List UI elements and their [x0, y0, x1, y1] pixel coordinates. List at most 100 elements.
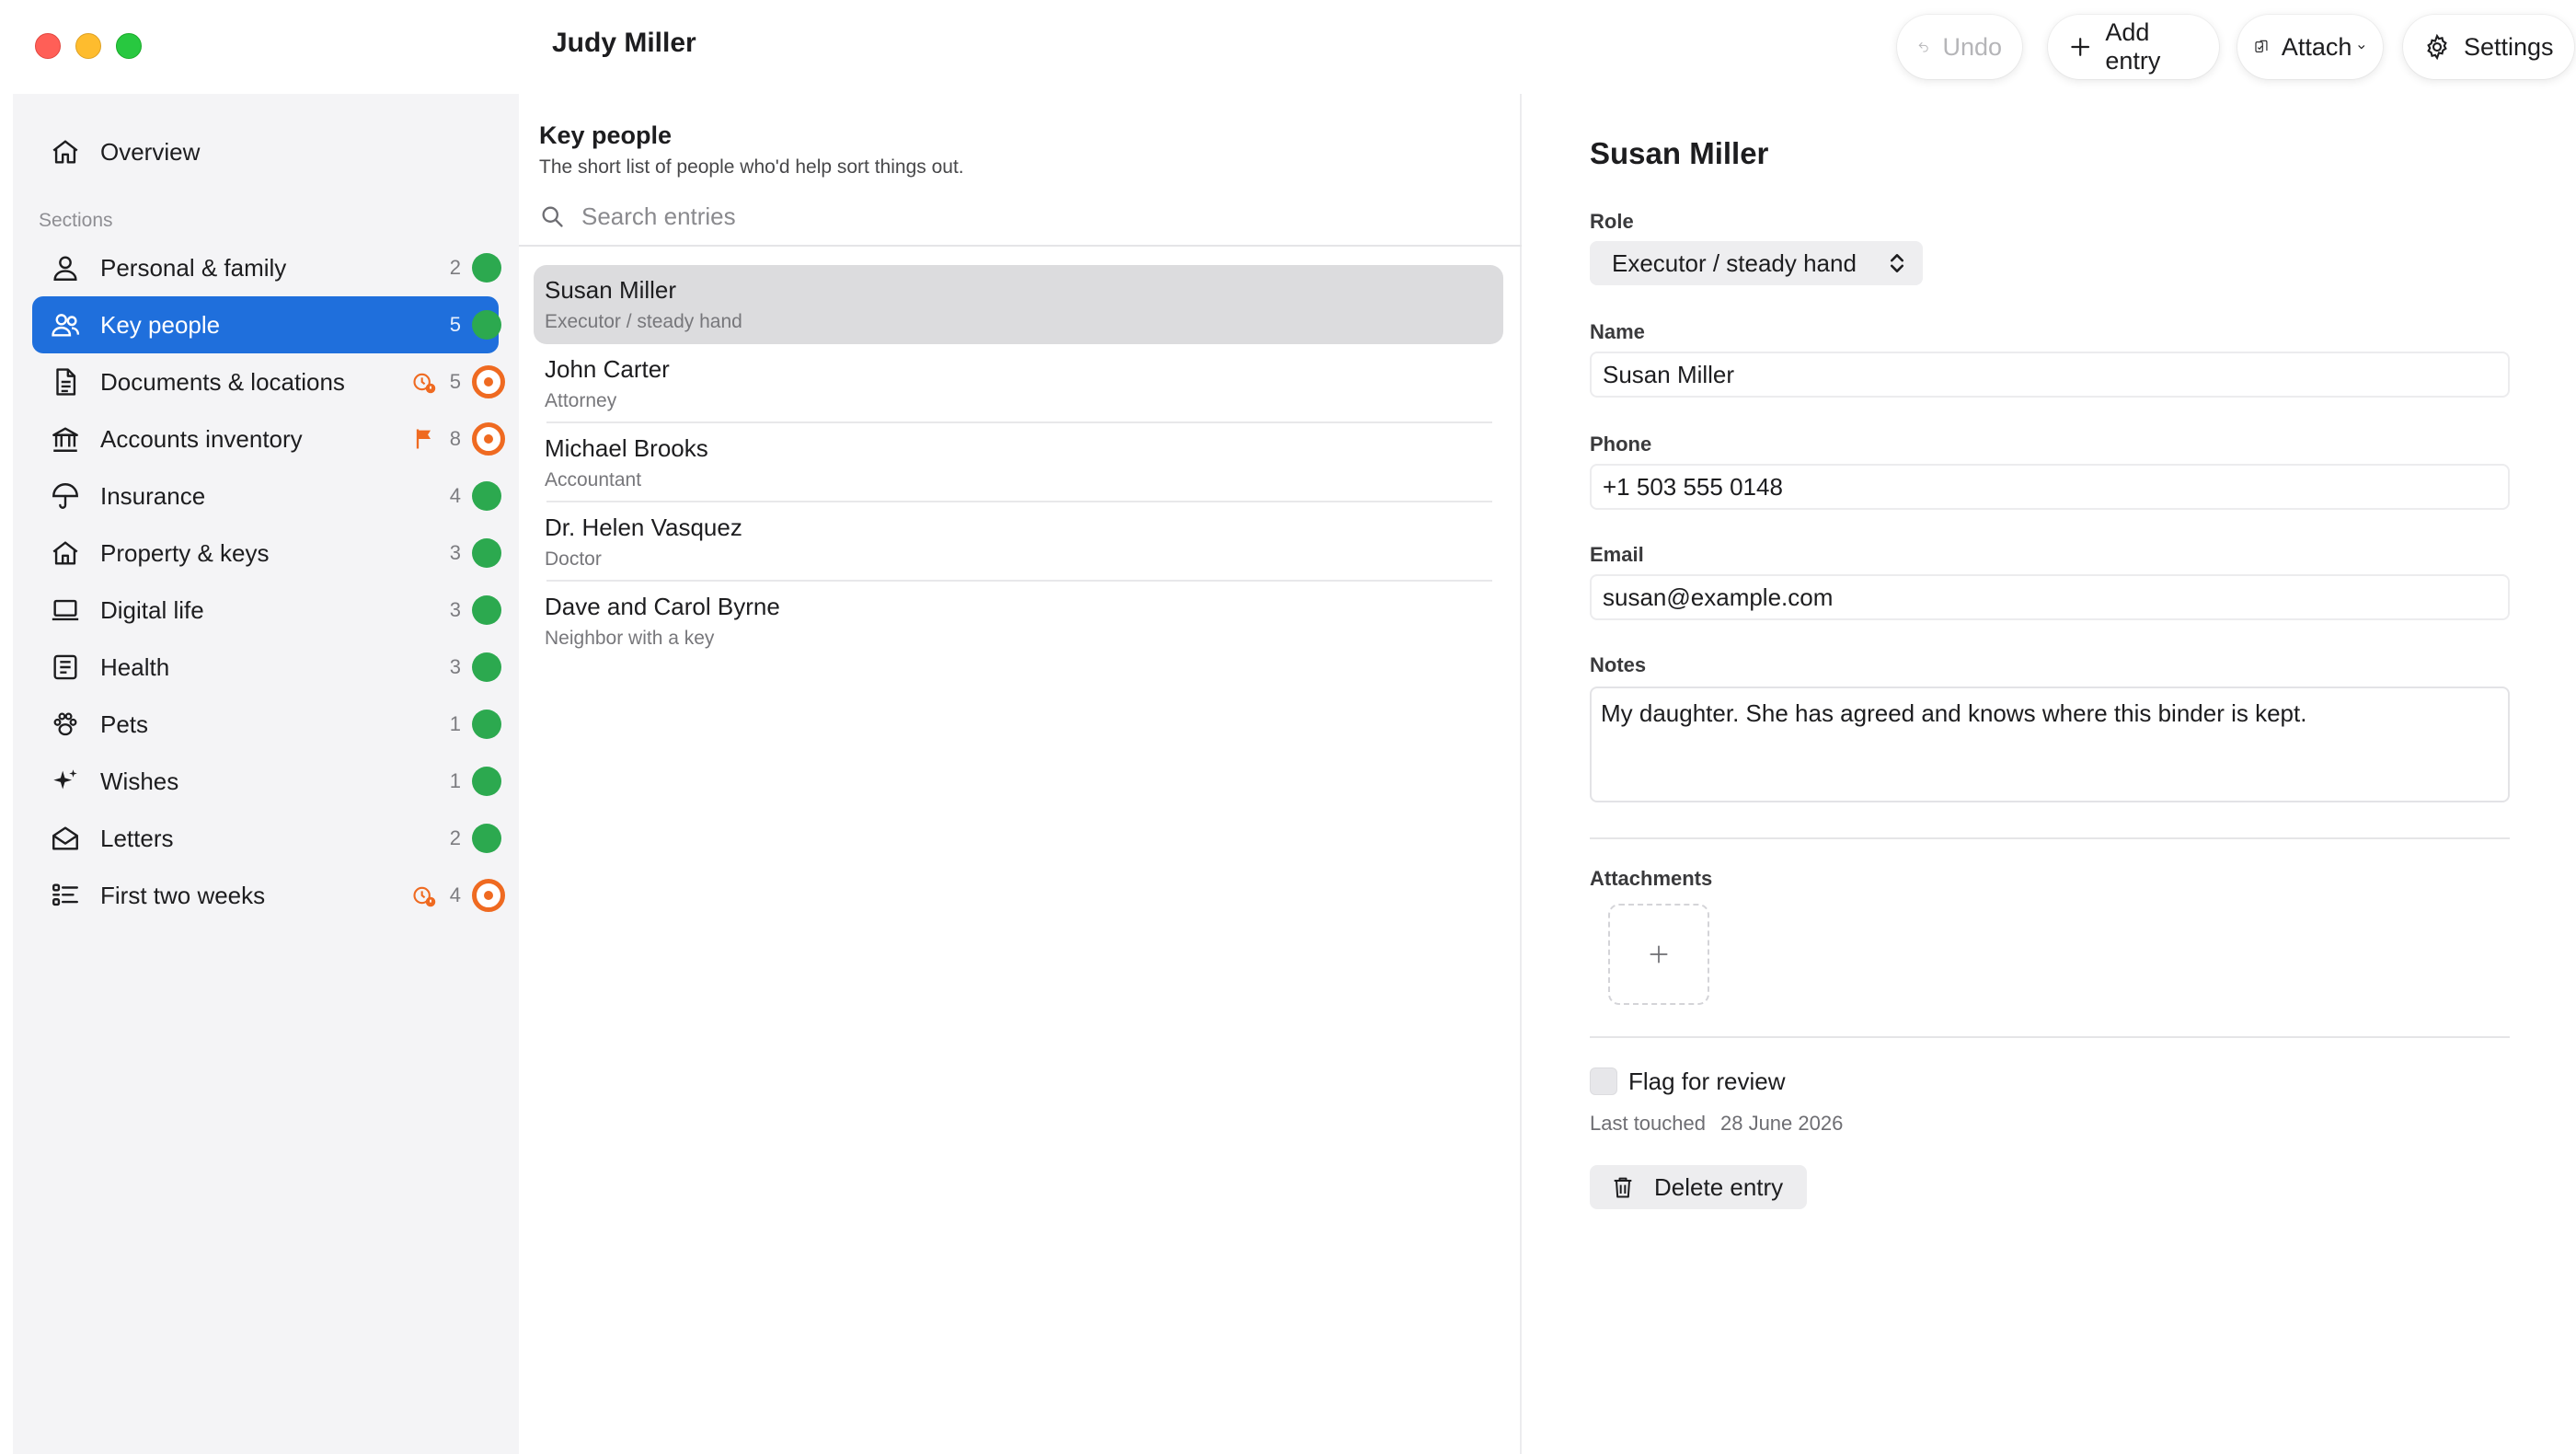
attach-button[interactable]: Attach: [2237, 15, 2383, 79]
name-field[interactable]: Susan Miller: [1590, 352, 2510, 398]
up-down-chevron-icon: [1890, 254, 1904, 272]
last-touched-label: Last touched: [1590, 1112, 1706, 1135]
entry-name: Michael Brooks: [545, 434, 708, 462]
entry-count: 2: [449, 826, 461, 849]
gear-icon: [2427, 33, 2447, 61]
role-select[interactable]: Executor / steady hand: [1590, 241, 1923, 285]
sidebar-item-label: Letters: [100, 824, 174, 852]
sidebar: Overview Sections Personal & family 2 Ke…: [13, 94, 519, 1454]
laptop-icon: [49, 594, 82, 627]
list-item[interactable]: John Carter Attorney: [534, 344, 1503, 423]
zoom-window-button[interactable]: [116, 33, 142, 59]
flag-for-review-checkbox[interactable]: [1590, 1067, 1617, 1095]
house-icon: [49, 537, 82, 570]
minimize-window-button[interactable]: [75, 33, 101, 59]
status-complete-indicator: [472, 253, 501, 283]
last-touched: Last touched 28 June 2026: [1590, 1112, 1843, 1136]
role-value: Executor / steady hand: [1612, 248, 1857, 277]
settings-label: Settings: [2464, 32, 2554, 61]
list-item[interactable]: Susan Miller Executor / steady hand: [534, 265, 1503, 344]
sidebar-item-first-two-weeks[interactable]: First two weeks 4: [32, 867, 505, 924]
undo-button[interactable]: Undo: [1897, 15, 2022, 79]
section-title: Key people: [539, 121, 673, 149]
checklist-icon: [49, 879, 82, 912]
list-item[interactable]: Dr. Helen Vasquez Doctor: [534, 502, 1503, 582]
delete-entry-button[interactable]: Delete entry: [1590, 1165, 1807, 1209]
search-input[interactable]: Search entries: [539, 195, 1496, 237]
sidebar-item-letters[interactable]: Letters 2: [32, 810, 501, 867]
sidebar-item-property-keys[interactable]: Property & keys 3: [32, 525, 501, 582]
entry-detail-pane: Susan Miller Role Executor / steady hand…: [1524, 94, 2576, 1454]
sidebar-item-label: First two weeks: [100, 881, 266, 909]
status-complete-indicator: [472, 710, 501, 739]
clipboard-icon: [49, 651, 82, 684]
entry-name: John Carter: [545, 355, 670, 383]
status-complete-indicator: [472, 652, 501, 682]
list-item[interactable]: Dave and Carol Byrne Neighbor with a key: [534, 582, 1503, 661]
notes-textarea[interactable]: My daughter. She has agreed and knows wh…: [1590, 687, 2510, 802]
sidebar-item-personal-family[interactable]: Personal & family 2: [32, 239, 501, 296]
clock-warning-icon: [413, 886, 436, 907]
add-attachment-button[interactable]: [1608, 904, 1709, 1005]
delete-entry-label: Delete entry: [1654, 1172, 1784, 1201]
sidebar-item-label: Digital life: [100, 595, 204, 624]
status-complete-indicator: [472, 767, 501, 796]
phone-field[interactable]: +1 503 555 0148: [1590, 464, 2510, 510]
entry-count: 3: [449, 598, 461, 621]
sidebar-item-pets[interactable]: Pets 1: [32, 696, 501, 753]
entry-count: 8: [449, 427, 461, 450]
entry-role: Neighbor with a key: [545, 628, 715, 649]
entry-title: Susan Miller: [1590, 136, 1769, 170]
entry-count: 3: [449, 541, 461, 564]
close-window-button[interactable]: [35, 33, 61, 59]
people-icon: [49, 308, 82, 341]
add-entry-button[interactable]: Add entry: [2048, 15, 2219, 79]
sidebar-item-label: Pets: [100, 710, 149, 738]
name-label: Name: [1590, 320, 1645, 343]
sidebar-item-label: Accounts inventory: [100, 424, 303, 453]
sidebar-item-documents-locations[interactable]: Documents & locations 5: [32, 353, 505, 410]
flag-for-review-label: Flag for review: [1628, 1067, 1786, 1095]
document-icon: [49, 365, 82, 398]
sidebar-item-label: Property & keys: [100, 538, 270, 567]
status-attention-indicator: [472, 365, 505, 398]
entry-count: 1: [449, 769, 461, 792]
undo-label: Undo: [1942, 32, 2002, 61]
divider: [1590, 1036, 2510, 1038]
person-icon: [49, 251, 82, 284]
envelope-icon: [49, 822, 82, 855]
email-field[interactable]: susan@example.com: [1590, 574, 2510, 620]
sidebar-item-key-people[interactable]: Key people 5: [32, 296, 501, 353]
name-value: Susan Miller: [1603, 360, 1735, 388]
app-window: Judy Miller Undo Add entry Attach Settin…: [0, 0, 2576, 1454]
sparkle-icon: [49, 765, 82, 798]
entry-count: 3: [449, 655, 461, 678]
undo-icon: [1918, 42, 1928, 52]
sections-heading: Sections: [39, 210, 113, 231]
sidebar-item-insurance[interactable]: Insurance 4: [32, 467, 501, 525]
status-complete-indicator: [472, 595, 501, 625]
title-bar: Judy Miller Undo Add entry Attach Settin…: [0, 0, 2576, 94]
attach-label: Attach: [2281, 32, 2352, 61]
sidebar-item-accounts-inventory[interactable]: Accounts inventory 8: [32, 410, 505, 467]
list-item[interactable]: Michael Brooks Accountant: [534, 423, 1503, 502]
settings-button[interactable]: Settings: [2403, 15, 2574, 79]
attachments-label: Attachments: [1590, 867, 1713, 890]
sidebar-item-label: Wishes: [100, 767, 179, 795]
sidebar-item-wishes[interactable]: Wishes 1: [32, 753, 501, 810]
sidebar-item-overview[interactable]: Overview: [32, 123, 499, 180]
entry-count: 5: [449, 370, 461, 393]
plus-icon: [1650, 945, 1668, 964]
phone-value: +1 503 555 0148: [1603, 472, 1783, 501]
chevron-down-icon: [2358, 45, 2365, 50]
entry-count: 1: [449, 712, 461, 735]
entry-name: Susan Miller: [545, 276, 677, 304]
entry-count: 4: [449, 883, 461, 906]
entry-name: Dave and Carol Byrne: [545, 593, 780, 620]
entry-count: 2: [449, 256, 461, 279]
sidebar-item-label: Key people: [100, 310, 221, 339]
status-complete-indicator: [472, 824, 501, 853]
sidebar-item-digital-life[interactable]: Digital life 3: [32, 582, 501, 639]
email-value: susan@example.com: [1603, 583, 1834, 611]
sidebar-item-health[interactable]: Health 3: [32, 639, 501, 696]
